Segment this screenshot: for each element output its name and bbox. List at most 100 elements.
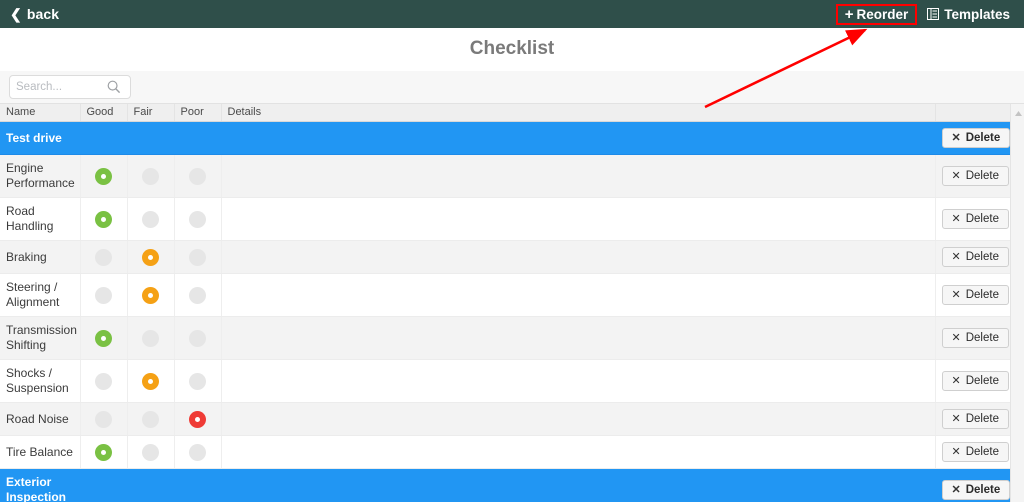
radio-fair-empty[interactable]	[142, 167, 159, 185]
cell-fair[interactable]	[127, 121, 175, 155]
cell-good[interactable]	[80, 273, 128, 317]
radio-fair-empty[interactable]	[142, 210, 159, 228]
radio-good-empty[interactable]	[95, 286, 112, 304]
cell-fair[interactable]	[127, 197, 175, 241]
cell-details[interactable]	[221, 240, 936, 274]
cell-fair[interactable]	[127, 359, 175, 403]
table-section-row[interactable]: Test drive ✕ Delete	[0, 121, 1010, 155]
radio-poor-empty[interactable]	[189, 167, 206, 185]
radio-fair-empty[interactable]	[142, 443, 159, 461]
cell-good[interactable]	[80, 121, 128, 155]
reorder-button[interactable]: + Reorder	[835, 3, 918, 25]
table-section-row[interactable]: Exterior Inspection ✕ Delete	[0, 468, 1010, 502]
delete-button[interactable]: ✕ Delete	[941, 209, 1009, 229]
cell-poor[interactable]	[174, 121, 222, 155]
delete-button[interactable]: ✕ Delete	[941, 371, 1009, 391]
cell-details[interactable]	[221, 359, 936, 403]
radio-good-selected[interactable]	[95, 329, 112, 347]
radio-good-selected[interactable]	[95, 443, 112, 461]
delete-button[interactable]: ✕ Delete	[941, 247, 1009, 267]
delete-button[interactable]: ✕ Delete	[941, 285, 1009, 305]
radio-good-empty[interactable]	[95, 372, 112, 390]
cell-actions: ✕ Delete	[935, 435, 1010, 469]
cell-details[interactable]	[221, 402, 936, 436]
delete-button[interactable]: ✕ Delete	[941, 166, 1009, 186]
table-row[interactable]: Transmission Shifting ✕ Delete	[0, 316, 1010, 360]
cell-fair[interactable]	[127, 402, 175, 436]
delete-button[interactable]: ✕ Delete	[941, 409, 1009, 429]
cell-details[interactable]	[221, 435, 936, 469]
table-row[interactable]: Braking ✕ Delete	[0, 240, 1010, 274]
cell-poor[interactable]	[174, 240, 222, 274]
item-name: Transmission Shifting	[0, 316, 81, 360]
cell-good[interactable]	[80, 197, 128, 241]
cell-details[interactable]	[221, 154, 936, 198]
delete-button[interactable]: ✕ Delete	[941, 128, 1010, 148]
item-name: Steering / Alignment	[0, 273, 81, 317]
column-header-name[interactable]: Name	[0, 104, 81, 122]
radio-poor-selected[interactable]	[189, 410, 206, 428]
radio-good-empty[interactable]	[95, 248, 112, 266]
cell-good[interactable]	[80, 435, 128, 469]
vertical-scrollbar[interactable]	[1010, 104, 1024, 502]
delete-button[interactable]: ✕ Delete	[941, 328, 1009, 348]
cell-poor[interactable]	[174, 435, 222, 469]
table-row[interactable]: Steering / Alignment ✕ Delete	[0, 273, 1010, 317]
cell-poor[interactable]	[174, 154, 222, 198]
cell-fair[interactable]	[127, 316, 175, 360]
cell-fair[interactable]	[127, 240, 175, 274]
cell-poor[interactable]	[174, 273, 222, 317]
back-button[interactable]: ❮ back	[0, 0, 69, 28]
cell-good[interactable]	[80, 359, 128, 403]
radio-fair-selected[interactable]	[142, 286, 159, 304]
cell-details[interactable]	[221, 121, 936, 155]
table-row[interactable]: Shocks / Suspension ✕ Delete	[0, 359, 1010, 403]
delete-button[interactable]: ✕ Delete	[941, 480, 1010, 500]
column-header-good[interactable]: Good	[80, 104, 128, 122]
radio-good-selected[interactable]	[95, 210, 112, 228]
delete-button[interactable]: ✕ Delete	[941, 442, 1009, 462]
radio-fair-selected[interactable]	[142, 248, 159, 266]
cell-actions: ✕ Delete	[935, 197, 1010, 241]
radio-poor-empty[interactable]	[189, 443, 206, 461]
scroll-up-arrow-icon[interactable]	[1011, 107, 1024, 119]
radio-fair-selected[interactable]	[142, 372, 159, 390]
cell-good[interactable]	[80, 240, 128, 274]
radio-fair-empty[interactable]	[142, 329, 159, 347]
cell-poor[interactable]	[174, 359, 222, 403]
cell-poor[interactable]	[174, 468, 222, 502]
radio-poor-empty[interactable]	[189, 248, 206, 266]
cell-fair[interactable]	[127, 154, 175, 198]
cell-fair[interactable]	[127, 435, 175, 469]
cell-good[interactable]	[80, 316, 128, 360]
cell-details[interactable]	[221, 468, 936, 502]
cell-details[interactable]	[221, 316, 936, 360]
column-header-details[interactable]: Details	[221, 104, 936, 122]
column-header-poor[interactable]: Poor	[174, 104, 222, 122]
cell-details[interactable]	[221, 197, 936, 241]
cell-good[interactable]	[80, 402, 128, 436]
radio-poor-empty[interactable]	[189, 329, 206, 347]
cell-fair[interactable]	[127, 468, 175, 502]
table-row[interactable]: Tire Balance ✕ Delete	[0, 435, 1010, 469]
radio-poor-empty[interactable]	[189, 372, 206, 390]
search-box[interactable]	[9, 75, 131, 99]
cell-good[interactable]	[80, 154, 128, 198]
cell-poor[interactable]	[174, 316, 222, 360]
table-row[interactable]: Road Handling ✕ Delete	[0, 197, 1010, 241]
column-header-fair[interactable]: Fair	[127, 104, 175, 122]
table-row[interactable]: Engine Performance ✕ Delete	[0, 154, 1010, 198]
radio-fair-empty[interactable]	[142, 410, 159, 428]
radio-good-empty[interactable]	[95, 410, 112, 428]
cell-good[interactable]	[80, 468, 128, 502]
search-input[interactable]	[10, 76, 106, 98]
radio-poor-empty[interactable]	[189, 286, 206, 304]
radio-poor-empty[interactable]	[189, 210, 206, 228]
cell-poor[interactable]	[174, 402, 222, 436]
cell-poor[interactable]	[174, 197, 222, 241]
radio-good-selected[interactable]	[95, 167, 112, 185]
table-row[interactable]: Road Noise ✕ Delete	[0, 402, 1010, 436]
templates-button[interactable]: Templates	[919, 4, 1018, 25]
cell-details[interactable]	[221, 273, 936, 317]
cell-fair[interactable]	[127, 273, 175, 317]
